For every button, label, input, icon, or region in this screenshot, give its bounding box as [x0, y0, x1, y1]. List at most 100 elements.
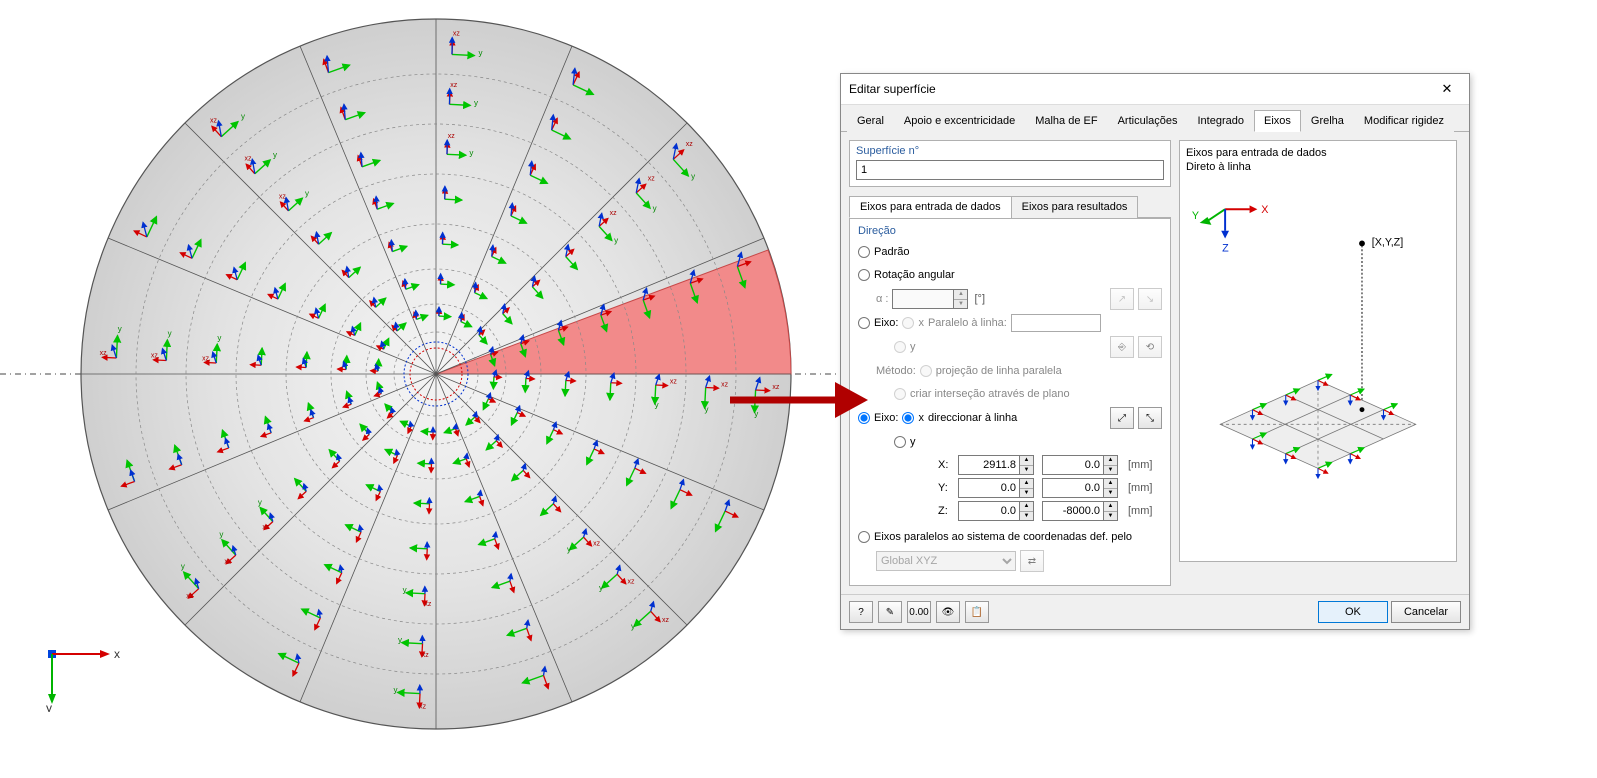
preview-line1: Eixos para entrada de dados: [1186, 147, 1450, 159]
svg-text:y: y: [258, 498, 262, 507]
svg-text:y: y: [219, 530, 223, 539]
svg-text:xz: xz: [244, 155, 252, 162]
unit-mm-3: [mm]: [1128, 505, 1160, 517]
surface-number-group: Superfície n°: [849, 140, 1171, 187]
ucs-select: Global XYZ: [876, 551, 1016, 571]
preview-panel: Eixos para entrada de dados Direto à lin…: [1179, 140, 1457, 562]
coord-y2-input[interactable]: [1042, 478, 1104, 498]
svg-text:xz: xz: [224, 559, 232, 566]
cancel-button[interactable]: Cancelar: [1391, 601, 1461, 623]
svg-text:y: y: [479, 49, 483, 58]
tab-rigidez[interactable]: Modificar rigidez: [1354, 110, 1454, 132]
svg-text:Z: Z: [1222, 242, 1229, 254]
radio-angular[interactable]: [858, 269, 870, 281]
lbl-angular: Rotação angular: [874, 269, 955, 281]
callout-arrow: [730, 340, 868, 420]
svg-text:y: y: [704, 405, 708, 414]
svg-text:y: y: [168, 329, 172, 338]
lbl-y2: y: [910, 436, 916, 448]
close-icon[interactable]: ✕: [1433, 79, 1461, 99]
svg-text:y: y: [273, 150, 277, 159]
svg-text:xz: xz: [628, 579, 636, 586]
ok-button[interactable]: OK: [1318, 601, 1388, 623]
lbl-Y: Y:: [938, 482, 954, 494]
tab-apoio[interactable]: Apoio e excentricidade: [894, 110, 1025, 132]
lbl-method-inter: criar interseção através de plano: [910, 388, 1070, 400]
lbl-x1: x: [918, 317, 924, 329]
view-icon[interactable]: 👁: [936, 601, 960, 623]
note-icon[interactable]: ✎: [878, 601, 902, 623]
pick-angle-2-icon: ↘: [1138, 288, 1162, 310]
svg-text:y: y: [691, 172, 695, 181]
tab-malha[interactable]: Malha de EF: [1025, 110, 1107, 132]
lbl-axis1: Eixo:: [874, 317, 898, 329]
svg-text:y: y: [46, 701, 52, 712]
svg-text:y: y: [398, 635, 402, 644]
lbl-X: X:: [938, 459, 954, 471]
svg-text:y: y: [567, 545, 571, 554]
dialog-title: Editar superfície: [849, 82, 936, 96]
subtab-result-axes[interactable]: Eixos para resultados: [1011, 196, 1139, 218]
lbl-method: Método:: [876, 365, 916, 377]
svg-text:y: y: [305, 189, 309, 198]
lbl-standard: Padrão: [874, 246, 909, 258]
radio-axis-direct-y[interactable]: [894, 436, 906, 448]
tab-integrado[interactable]: Integrado: [1188, 110, 1254, 132]
coord-z2-input[interactable]: [1042, 501, 1104, 521]
svg-text:xz: xz: [670, 379, 678, 386]
radio-parallel-ucs[interactable]: [858, 531, 870, 543]
spin-down-icon[interactable]: ▼: [954, 300, 967, 309]
alpha-unit: [°]: [974, 293, 985, 305]
coord-x1-input[interactable]: [958, 455, 1020, 475]
tab-strip: Geral Apoio e excentricidade Malha de EF…: [841, 105, 1469, 132]
surface-no-label: Superfície n°: [856, 145, 1164, 157]
world-axis-marker: x y: [40, 642, 120, 715]
parallel-line-input: [1011, 314, 1101, 332]
coord-y1-input[interactable]: [958, 478, 1020, 498]
pick-point-1-icon[interactable]: ⤢: [1110, 407, 1134, 429]
coord-x2-input[interactable]: [1042, 455, 1104, 475]
lbl-parallel-ucs: Eixos paralelos ao sistema de coordenada…: [874, 531, 1132, 543]
radio-axis-direct-x[interactable]: [902, 412, 914, 424]
tab-geral[interactable]: Geral: [847, 110, 894, 132]
direction-fieldset: Direção Padrão Rotação angular α : ▲▼ [°…: [849, 218, 1171, 586]
svg-text:xz: xz: [662, 617, 670, 624]
svg-text:y: y: [403, 586, 407, 595]
units-icon[interactable]: 0.00: [907, 601, 931, 623]
unit-mm-2: [mm]: [1128, 482, 1160, 494]
surface-no-input[interactable]: [856, 160, 1164, 180]
radio-method-proj: [920, 365, 932, 377]
coord-z1-input[interactable]: [958, 501, 1020, 521]
svg-text:y: y: [614, 236, 618, 245]
svg-text:Y: Y: [1192, 210, 1199, 222]
pick-angle-1-icon: ↗: [1110, 288, 1134, 310]
help-icon[interactable]: ?: [849, 601, 873, 623]
lbl-axis2: Eixo:: [874, 412, 898, 424]
svg-text:xz: xz: [450, 82, 458, 89]
svg-text:xz: xz: [262, 524, 270, 531]
pick-point-2-icon[interactable]: ⤡: [1138, 407, 1162, 429]
svg-text:xz: xz: [721, 381, 729, 388]
spin-up-icon[interactable]: ▲: [954, 290, 967, 300]
svg-text:xz: xz: [422, 652, 430, 659]
radio-axis-parallel[interactable]: [858, 317, 870, 329]
svg-text:xz: xz: [448, 133, 456, 140]
svg-text:y: y: [181, 562, 185, 571]
titlebar[interactable]: Editar superfície ✕: [841, 74, 1469, 105]
svg-text:xz: xz: [453, 31, 461, 38]
svg-text:y: y: [118, 324, 122, 333]
svg-text:xz: xz: [186, 593, 194, 600]
svg-text:xz: xz: [424, 601, 432, 608]
tab-artic[interactable]: Articulações: [1108, 110, 1188, 132]
model-viewport[interactable]: y xz y xz y xz y xz y xz y xz y xz y xz y xz y xz y xz y xz y xz y…: [0, 0, 840, 775]
tab-grelha[interactable]: Grelha: [1301, 110, 1354, 132]
svg-text:y: y: [469, 148, 473, 157]
svg-text:xz: xz: [686, 141, 694, 148]
lbl-alpha: α :: [876, 293, 888, 305]
subtab-input-axes[interactable]: Eixos para entrada de dados: [849, 196, 1012, 218]
tab-eixos[interactable]: Eixos: [1254, 110, 1301, 132]
svg-text:xz: xz: [210, 117, 218, 124]
radio-standard[interactable]: [858, 246, 870, 258]
copy-icon[interactable]: 📋: [965, 601, 989, 623]
radio-method-inter: [894, 388, 906, 400]
